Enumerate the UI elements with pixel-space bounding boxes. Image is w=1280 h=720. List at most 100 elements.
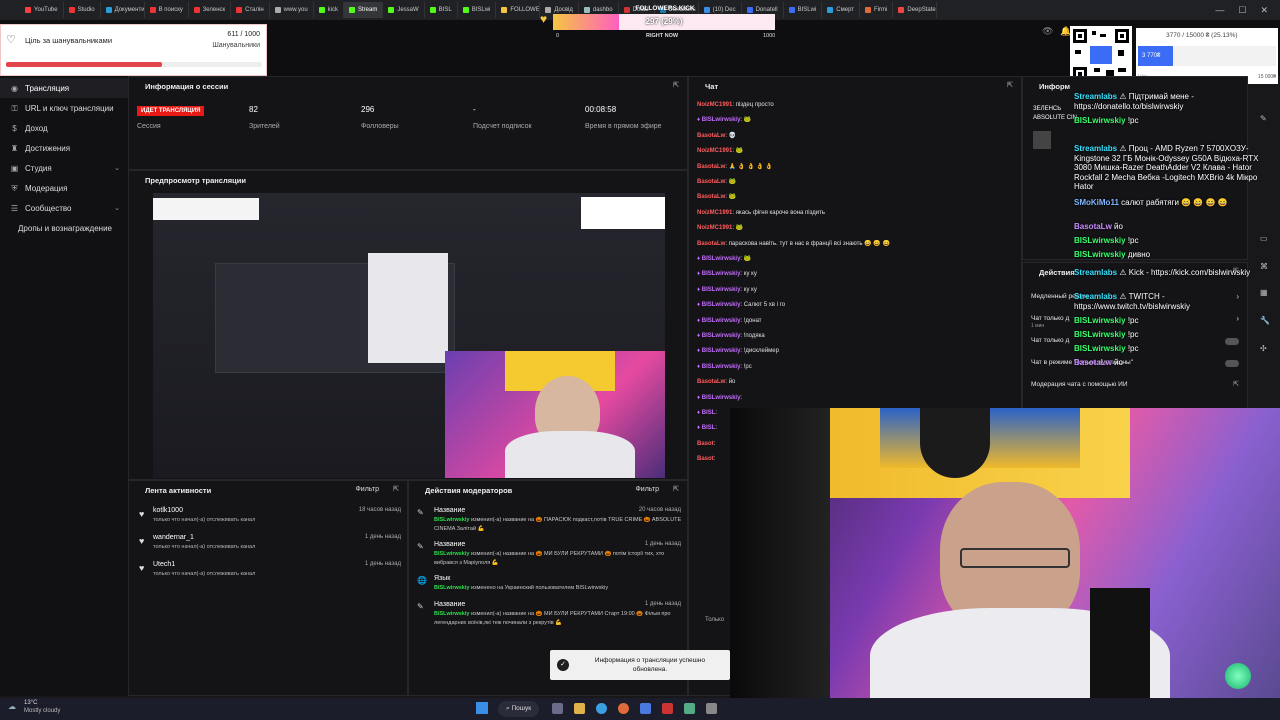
chat-username[interactable]: Basot	[697, 456, 714, 462]
mod-user[interactable]: BISLwirwskiy	[434, 517, 469, 523]
browser-tab[interactable]: Сталін	[231, 2, 270, 18]
chat-username[interactable]: BISLwirwskiy	[702, 302, 741, 308]
file-explorer-icon[interactable]	[574, 703, 585, 714]
sidebar-item[interactable]: ☰ Сообщество ⌄	[0, 198, 128, 218]
tab-favicon-icon	[318, 7, 325, 13]
chat-text: !подяка	[743, 333, 765, 339]
tab-favicon-icon	[429, 7, 436, 13]
search-label: Пошук	[511, 705, 532, 712]
browser-tab[interactable]: FOLLOWERS.KICK	[496, 2, 541, 18]
chat-username[interactable]: BasotaLw	[697, 164, 725, 170]
browser-tab[interactable]: Документи / Історія	[101, 2, 145, 18]
mod-user[interactable]: BISLwirwskiy	[434, 611, 469, 617]
sidebar-item[interactable]: $ Доход	[0, 118, 128, 138]
subs-stat: - Подсчет подписок	[473, 105, 532, 130]
activity-time: 1 день назад	[364, 561, 401, 567]
close-icon[interactable]: ✕	[1260, 5, 1268, 16]
activity-item[interactable]: ♥ kotlk1000 только что начал(-а) отслежива…	[139, 507, 401, 531]
chat-username[interactable]: BISLwirwskiy	[702, 395, 741, 401]
browser-tab[interactable]: В поиску	[145, 2, 189, 18]
mod-toggle-row[interactable]: Модерация чата с помощью ИИ ⇱	[1031, 379, 1243, 397]
sidebar-item[interactable]: ♜ Достижения	[0, 138, 128, 158]
chat-username[interactable]: NoizMC1991	[697, 225, 732, 231]
chat-username[interactable]: BISLwirwskiy	[702, 364, 741, 370]
mod-action-text: изменено на Украинский пользователем BIS…	[471, 585, 609, 591]
tab-favicon-icon	[898, 7, 905, 13]
browser-tab[interactable]: Firmi	[860, 2, 894, 18]
chat-username[interactable]: NoizMC1991	[697, 148, 732, 154]
popout-icon[interactable]: ⇱	[1233, 380, 1239, 388]
sidebar-item[interactable]: ▣ Студия ⌄	[0, 158, 128, 178]
chat-username[interactable]: BISLwirwskiy	[702, 287, 741, 293]
mod-user[interactable]: BISLwirwskiy	[434, 585, 469, 591]
browser-tab[interactable]: JessaW	[383, 2, 425, 18]
viewers-stat: 82 Зрителей	[249, 105, 280, 130]
browser-tab[interactable]: BISL	[425, 2, 458, 18]
subs-count: -	[473, 105, 476, 114]
browser-tab[interactable]: Studio	[64, 2, 101, 18]
flag-emblem	[920, 408, 990, 478]
telegram-icon[interactable]	[640, 703, 651, 714]
browser-tab[interactable]: BISLwi	[458, 2, 497, 18]
eye-icon[interactable]: 👁	[1042, 26, 1053, 37]
popout-icon[interactable]: ⇱	[393, 485, 399, 493]
chat-username[interactable]: BISLwirwskiy	[702, 271, 741, 277]
chat-username[interactable]: BISLwirwskiy	[702, 256, 741, 262]
browser-tab[interactable]: Stream	[343, 2, 384, 18]
stream-preview-video[interactable]	[153, 193, 665, 478]
chat-username[interactable]: BISLwirwskiy	[702, 348, 741, 354]
browser-tab[interactable]: Зеленск	[189, 2, 232, 18]
chat-username[interactable]: NoizMC1991	[697, 210, 732, 216]
follower-name[interactable]: kotlk1000	[153, 507, 183, 514]
follower-name[interactable]: Utech1	[153, 561, 175, 568]
popout-icon[interactable]: ⇱	[1007, 81, 1013, 89]
chat-username[interactable]: BasotaLw	[697, 194, 725, 200]
browser-tab[interactable]: www.you	[270, 2, 314, 18]
mod-filter-button[interactable]: Фильтр	[635, 486, 659, 493]
browser-tab[interactable]: BISLwi	[784, 2, 823, 18]
mod-user[interactable]: BISLwirwskiy	[434, 551, 469, 557]
minimize-icon[interactable]: —	[1215, 5, 1224, 15]
chat-username[interactable]: NoizMC1991	[697, 102, 732, 108]
browser-tab[interactable]: YouTube	[20, 2, 64, 18]
sidebar-item[interactable]: ⚿ URL и ключ трансляции	[0, 98, 128, 118]
edge-icon[interactable]	[596, 703, 607, 714]
sidebar-item[interactable]: Дропы и вознаграждение	[0, 218, 128, 238]
chat-username[interactable]: BasotaLw	[697, 379, 725, 385]
obs-icon[interactable]	[662, 703, 673, 714]
activity-item[interactable]: ♥ Utech1 только что начал(-а) отслеживать …	[139, 561, 401, 585]
maximize-icon[interactable]: ☐	[1238, 5, 1246, 16]
taskbar-search[interactable]: ⌕ Пошук	[498, 701, 540, 717]
chat-username[interactable]: BISL	[702, 410, 716, 416]
wallet-icon: $	[12, 123, 17, 133]
heart-icon: ♥	[139, 509, 145, 519]
sidebar-item[interactable]: ⛨ Модерация	[0, 178, 128, 198]
popout-icon[interactable]: ⇱	[673, 485, 679, 493]
browser-tab[interactable]: Смерт	[822, 2, 861, 18]
browser-tab[interactable]: DeepState	[893, 2, 938, 18]
viewers-count: 82	[249, 105, 258, 114]
firefox-icon[interactable]	[618, 703, 629, 714]
follower-name[interactable]: wandernar_1	[153, 534, 194, 541]
chat-username[interactable]: Basot	[697, 441, 714, 447]
activity-filter-button[interactable]: Фильтр	[355, 486, 379, 493]
chat-username[interactable]: BasotaLw	[697, 241, 725, 247]
task-view-icon[interactable]	[552, 703, 563, 714]
sidebar-item[interactable]: ◉ Трансляция	[0, 78, 128, 98]
browser-tab[interactable]: kick	[314, 2, 344, 18]
chat-username[interactable]: BISLwirwskiy	[702, 117, 741, 123]
chat-username[interactable]: BasotaLw	[697, 133, 725, 139]
app-icon[interactable]	[684, 703, 695, 714]
popout-icon[interactable]: ⇱	[673, 81, 679, 89]
app-icon[interactable]	[706, 703, 717, 714]
chat-username[interactable]: BISLwirwskiy	[702, 318, 741, 324]
chat-username[interactable]: BasotaLw	[697, 179, 725, 185]
activity-item[interactable]: ♥ wandernar_1 только что начал(-а) отслежи…	[139, 534, 401, 558]
chat-text: ку ку	[743, 271, 757, 278]
chat-username[interactable]: BISL	[702, 425, 716, 431]
chevron-down-icon[interactable]: ⌄	[114, 164, 120, 172]
chevron-down-icon[interactable]: ⌄	[114, 204, 120, 212]
preview-person-shirt	[505, 431, 635, 478]
start-button-icon[interactable]	[476, 702, 488, 714]
chat-username[interactable]: BISLwirwskiy	[702, 333, 741, 339]
